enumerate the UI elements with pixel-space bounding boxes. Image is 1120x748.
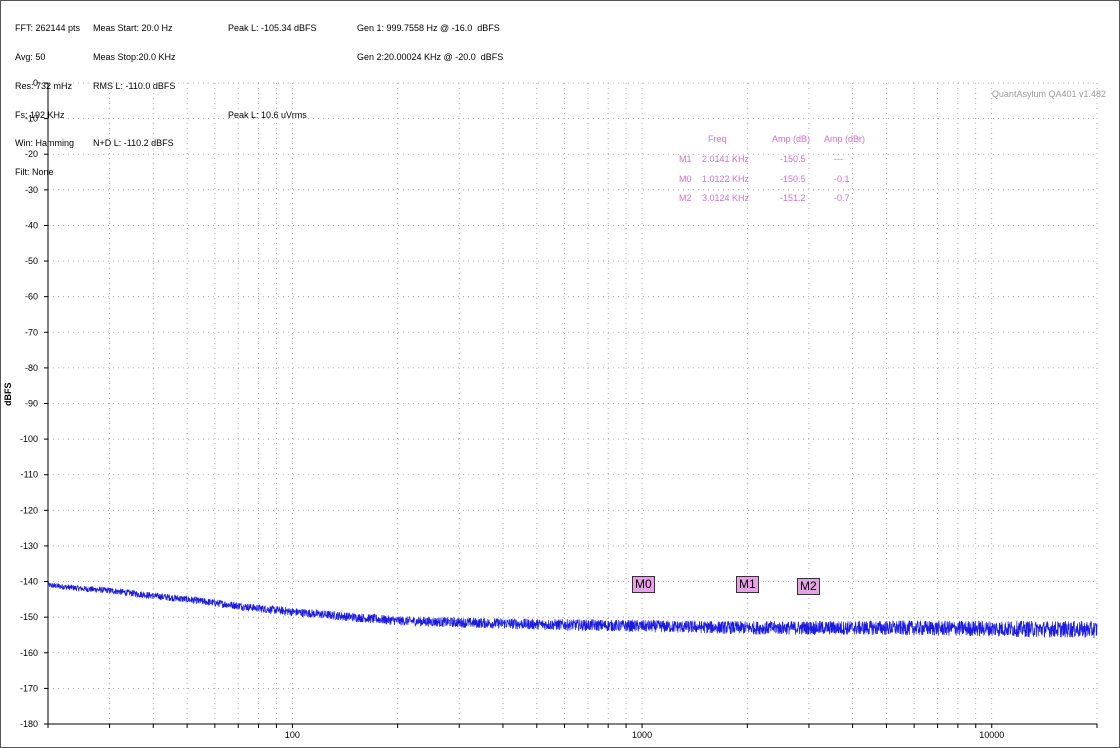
marker-row-freq: 1.0122 KHz	[702, 174, 750, 184]
table-header-amp-dbr: Amp (dBr)	[824, 134, 866, 144]
marker-row-name: M0	[679, 174, 692, 184]
spectrum-chart[interactable]: 0 -10 -20 -30 -40 -50 -60 -70 -80 -90 -100 -110 -120…	[0, 0, 1120, 748]
y-tick-label: -170	[20, 683, 38, 693]
marker-row-amp-db: -150.5	[780, 154, 806, 164]
y-tick-label: -160	[20, 648, 38, 658]
y-tick-label: -40	[25, 220, 38, 230]
y-tick-label: -150	[20, 612, 38, 622]
y-tick-label: -20	[25, 149, 38, 159]
y-tick-label: -50	[25, 256, 38, 266]
x-tick-label: 1000	[632, 730, 652, 740]
marker-row-name: M2	[679, 193, 692, 203]
marker-row-freq: 3.0124 KHz	[702, 193, 750, 203]
y-tick-label: -30	[25, 185, 38, 195]
marker-row-name: M1	[679, 154, 692, 164]
table-header-freq: Freq	[708, 134, 727, 144]
y-tick-label: -130	[20, 541, 38, 551]
marker-m1[interactable]: M1	[736, 576, 759, 593]
y-tick-label: -120	[20, 505, 38, 515]
y-tick-label: -110	[21, 470, 38, 480]
y-axis-label: dBFS	[3, 382, 13, 407]
marker-row-amp-dbr: ---	[834, 154, 843, 164]
y-tick-label: -70	[25, 327, 38, 337]
marker-row-amp-dbr: -0.1	[834, 174, 850, 184]
y-tick-label: -180	[20, 719, 38, 729]
marker-row-amp-dbr: -0.7	[834, 193, 850, 203]
y-tick-label: -60	[25, 292, 38, 302]
y-tick-label: -100	[20, 434, 38, 444]
x-tick-label: 10000	[979, 730, 1004, 740]
y-tick-label: -80	[25, 363, 38, 373]
spectrum-trace	[47, 582, 1098, 638]
marker-m2[interactable]: M2	[797, 578, 820, 595]
marker-row-freq: 2.0141 KHz	[702, 154, 750, 164]
y-tick-label: -10	[25, 114, 38, 124]
y-tick-label: -90	[25, 399, 38, 409]
marker-m0[interactable]: M0	[632, 576, 655, 593]
marker-row-amp-db: -151.2	[780, 193, 806, 203]
marker-row-amp-db: -150.5	[780, 174, 806, 184]
y-tick-label: -140	[20, 577, 38, 587]
table-header-amp-db: Amp (dB)	[772, 134, 811, 144]
y-tick-label: 0	[33, 78, 38, 88]
x-tick-label: 100	[285, 730, 300, 740]
